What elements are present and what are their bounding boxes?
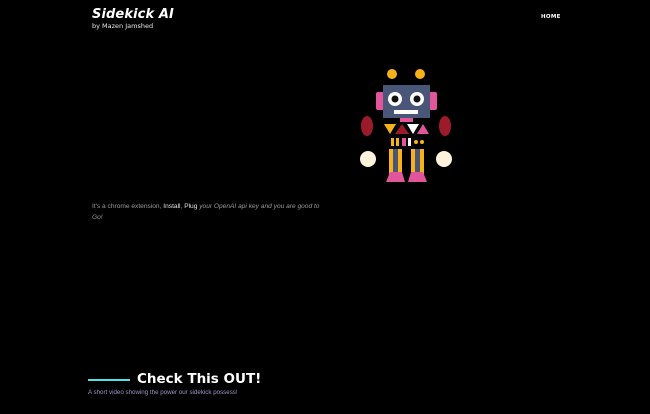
robot-foot-left bbox=[386, 172, 405, 182]
site-subtitle: by Mazen Jamshed bbox=[92, 22, 154, 30]
step-plug: Plug bbox=[184, 203, 198, 210]
video-section-title: Check This OUT! bbox=[137, 371, 262, 387]
site-title[interactable]: Sidekick AI bbox=[92, 7, 174, 22]
robot-antenna-right bbox=[415, 69, 425, 79]
robot-arm-right bbox=[439, 116, 451, 136]
robot-hand-right bbox=[436, 151, 452, 167]
brand: Sidekick AI by Mazen Jamshed bbox=[92, 7, 174, 30]
section-accent-line bbox=[88, 379, 130, 381]
step-install: Install bbox=[163, 203, 181, 210]
robot-ear-right bbox=[429, 92, 437, 110]
nav-home-link[interactable]: HOME bbox=[541, 14, 561, 20]
robot-icon bbox=[360, 69, 452, 182]
page: Sidekick AI by Mazen Jamshed HOME It's a… bbox=[0, 0, 650, 414]
robot-hand-left bbox=[360, 151, 376, 167]
robot-arm-left bbox=[361, 116, 373, 136]
robot-antenna-left bbox=[387, 69, 397, 79]
intro-text: It's a chrome extension, Install, Plug y… bbox=[92, 203, 320, 221]
robot-foot-right bbox=[408, 172, 427, 182]
video-section-subtitle: A short video showing the power our side… bbox=[88, 389, 238, 396]
robot-ear-left bbox=[376, 92, 384, 110]
robot-mouth bbox=[394, 110, 418, 114]
intro-lead: It's a chrome extension, bbox=[92, 203, 162, 210]
